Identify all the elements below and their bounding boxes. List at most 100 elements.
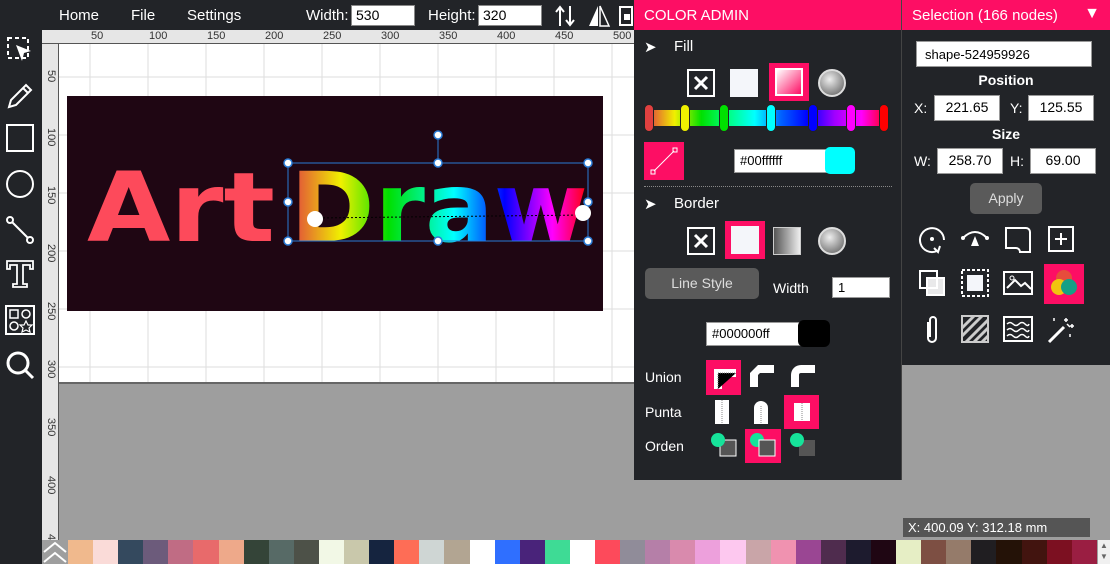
- join-miter-button[interactable]: [706, 360, 741, 395]
- magic-wand-button[interactable]: [1044, 312, 1078, 346]
- swap-icon[interactable]: [553, 4, 577, 28]
- fill-color-swatch[interactable]: [825, 147, 855, 174]
- add-button[interactable]: [1044, 222, 1078, 256]
- palette-swatch[interactable]: [971, 540, 997, 564]
- shapes-tool[interactable]: [3, 303, 37, 337]
- palette-swatch[interactable]: [118, 540, 144, 564]
- chevron-up-icon[interactable]: [42, 540, 68, 564]
- palette-swatch[interactable]: [695, 540, 721, 564]
- palette-swatch[interactable]: [168, 540, 194, 564]
- palette-swatch[interactable]: [293, 540, 319, 564]
- gradient-stop-handle[interactable]: [680, 104, 690, 132]
- menu-settings[interactable]: Settings: [187, 7, 241, 24]
- cap-round-button[interactable]: [753, 400, 773, 424]
- palette-swatch[interactable]: [896, 540, 922, 564]
- join-bevel-button[interactable]: [748, 363, 778, 393]
- palette-swatch[interactable]: [720, 540, 746, 564]
- palette-scrollbar[interactable]: ▲ ▼: [1098, 540, 1110, 564]
- fill-radial-button[interactable]: [817, 68, 847, 98]
- circle-tool[interactable]: [3, 167, 37, 201]
- cap-square-button[interactable]: [784, 395, 819, 429]
- gradient-stop-handle[interactable]: [808, 104, 818, 132]
- line-tool[interactable]: [3, 213, 37, 247]
- palette-swatch[interactable]: [569, 540, 595, 564]
- palette-swatch[interactable]: [670, 540, 696, 564]
- fill-color-input[interactable]: #00ffffff: [734, 149, 830, 173]
- palette-swatch[interactable]: [444, 540, 470, 564]
- palette-swatch[interactable]: [795, 540, 821, 564]
- gradient-stop-handle[interactable]: [644, 104, 654, 132]
- palette-swatch[interactable]: [820, 540, 846, 564]
- palette-swatch[interactable]: [268, 540, 294, 564]
- border-solid-button[interactable]: [725, 221, 765, 259]
- fill-solid-button[interactable]: [729, 68, 759, 98]
- palette-swatch[interactable]: [594, 540, 621, 564]
- select-tool[interactable]: [3, 33, 37, 67]
- palette-swatch[interactable]: [243, 540, 269, 564]
- palette-swatch[interactable]: [845, 540, 871, 564]
- fill-linear-button[interactable]: [769, 63, 809, 101]
- cap-butt-button[interactable]: [714, 400, 734, 424]
- overlap-button[interactable]: [915, 266, 949, 300]
- dropdown-triangle-icon[interactable]: ▼: [1084, 5, 1100, 23]
- palette-swatch[interactable]: [143, 540, 169, 564]
- order-front-button[interactable]: [710, 432, 740, 460]
- border-radial-button[interactable]: [817, 226, 847, 256]
- select-box-button[interactable]: [958, 266, 992, 300]
- waves-button[interactable]: [1001, 312, 1035, 346]
- pencil-tool[interactable]: [3, 78, 37, 112]
- palette-swatch[interactable]: [68, 540, 94, 564]
- palette-swatch[interactable]: [318, 540, 345, 564]
- gradient-stop-handle[interactable]: [719, 104, 729, 132]
- x-input[interactable]: 221.65: [934, 95, 1000, 121]
- page-icon[interactable]: [619, 5, 634, 27]
- text-art[interactable]: Art: [87, 152, 275, 264]
- height-input[interactable]: 320: [478, 5, 542, 26]
- text-tool[interactable]: [3, 257, 37, 291]
- palette-swatch[interactable]: [469, 540, 495, 564]
- width-input[interactable]: 530: [351, 5, 415, 26]
- palette-swatch[interactable]: [494, 540, 520, 564]
- border-color-input[interactable]: #000000ff: [706, 322, 802, 346]
- order-middle-button[interactable]: [745, 429, 781, 463]
- palette-swatch[interactable]: [946, 540, 972, 564]
- join-round-button[interactable]: [789, 363, 819, 393]
- fill-none-button[interactable]: [686, 68, 716, 98]
- shape-id-input[interactable]: shape-524959926: [916, 41, 1092, 67]
- border-none-button[interactable]: [686, 226, 716, 256]
- flip-icon[interactable]: [587, 4, 611, 28]
- palette-swatch[interactable]: [770, 540, 796, 564]
- border-color-swatch[interactable]: [798, 320, 830, 347]
- palette-swatch[interactable]: [544, 540, 570, 564]
- palette-swatch[interactable]: [1071, 540, 1097, 564]
- order-back-button[interactable]: [789, 432, 819, 460]
- selection-header[interactable]: Selection (166 nodes) ▼: [902, 0, 1110, 30]
- palette-swatch[interactable]: [620, 540, 646, 564]
- h-input[interactable]: 69.00: [1030, 148, 1096, 174]
- apply-button[interactable]: Apply: [970, 183, 1042, 214]
- rotate-button[interactable]: [915, 222, 949, 256]
- palette-swatch[interactable]: [344, 540, 370, 564]
- hatch-button[interactable]: [958, 312, 992, 346]
- menu-home[interactable]: Home: [59, 7, 99, 24]
- rectangle-tool[interactable]: [3, 121, 37, 155]
- color-button[interactable]: [1044, 264, 1084, 304]
- palette-swatch[interactable]: [394, 540, 420, 564]
- menu-file[interactable]: File: [131, 7, 155, 24]
- image-button[interactable]: [1001, 266, 1035, 300]
- gradient-direction-button[interactable]: [644, 142, 684, 180]
- palette-swatch[interactable]: [218, 540, 244, 564]
- line-style-button[interactable]: Line Style: [645, 268, 759, 299]
- palette-swatch[interactable]: [1046, 540, 1072, 564]
- palette-swatch[interactable]: [745, 540, 771, 564]
- palette-swatch[interactable]: [996, 540, 1022, 564]
- palette-swatch[interactable]: [193, 540, 219, 564]
- clip-button[interactable]: [915, 312, 949, 346]
- gradient-start-handle[interactable]: [307, 211, 323, 227]
- gradient-end-handle[interactable]: [575, 205, 591, 221]
- palette-swatch[interactable]: [419, 540, 445, 564]
- palette-swatch[interactable]: [369, 540, 395, 564]
- palette-swatch[interactable]: [1021, 540, 1047, 564]
- border-linear-button[interactable]: [772, 226, 802, 256]
- text-draw[interactable]: Draw: [290, 152, 588, 264]
